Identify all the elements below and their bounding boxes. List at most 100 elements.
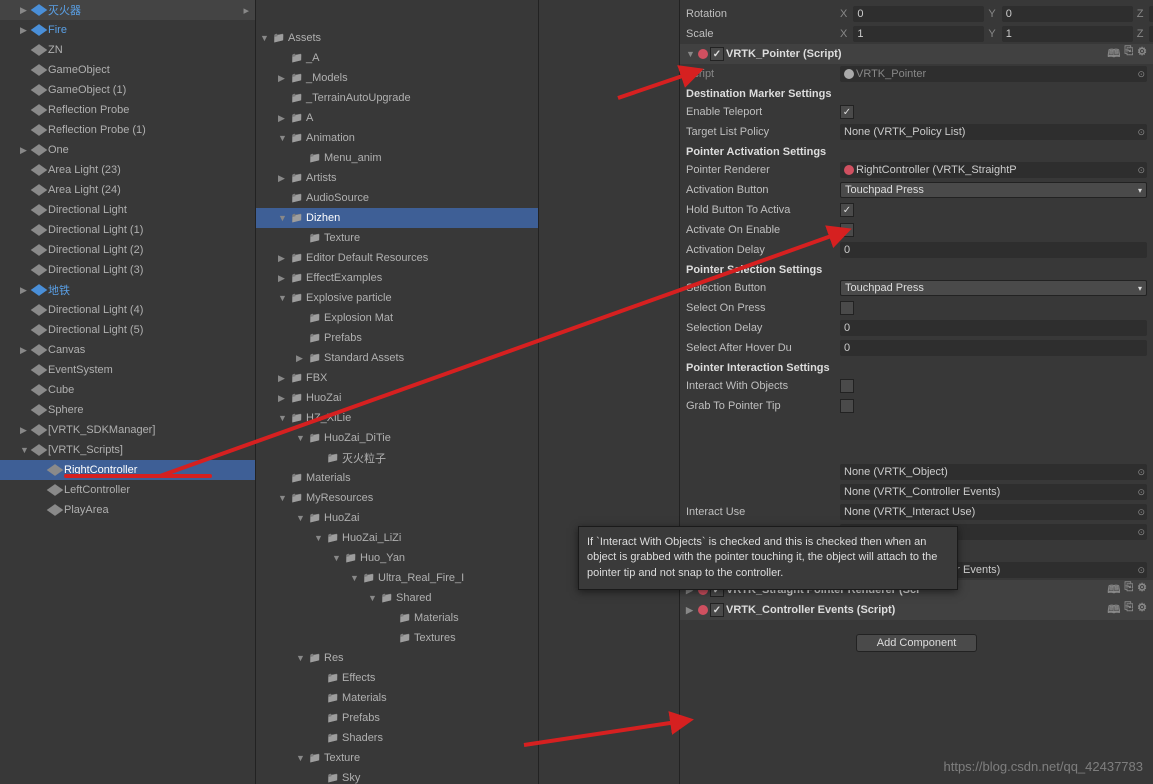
fold-icon[interactable]: ▶	[278, 373, 290, 384]
hierarchy-item[interactable]: Cube	[0, 380, 255, 400]
hierarchy-item[interactable]: Reflection Probe	[0, 100, 255, 120]
hierarchy-item[interactable]: Directional Light (4)	[0, 300, 255, 320]
rotation-z-input[interactable]	[1149, 6, 1153, 22]
scale-z-input[interactable]	[1149, 26, 1153, 42]
hierarchy-item[interactable]: ▼[VRTK_Scripts]	[0, 440, 255, 460]
project-item[interactable]: ▼Animation	[256, 128, 538, 148]
hierarchy-item[interactable]: Directional Light (2)	[0, 240, 255, 260]
selection-button-dropdown[interactable]: Touchpad Press	[840, 280, 1147, 296]
component-enable-checkbox[interactable]: ✓	[710, 603, 724, 617]
hierarchy-item[interactable]: ▶地铁	[0, 280, 255, 300]
scale-x-input[interactable]	[853, 26, 984, 42]
activation-button-dropdown[interactable]: Touchpad Press	[840, 182, 1147, 198]
grab-to-pointer-tip-checkbox[interactable]	[840, 399, 854, 413]
fold-icon[interactable]: ▼	[296, 653, 308, 663]
project-item[interactable]: ▼HuoZai_LiZi	[256, 528, 538, 548]
add-component-button[interactable]: Add Component	[856, 634, 978, 652]
vrtk-controller-events-header[interactable]: ▶ ✓ VRTK_Controller Events (Script) 🕮⎘⚙	[680, 600, 1153, 620]
fold-icon[interactable]: ▶	[278, 253, 290, 264]
interact-use-field[interactable]: None (VRTK_Interact Use)	[840, 504, 1147, 520]
hierarchy-item[interactable]: ▶[VRTK_SDKManager]	[0, 420, 255, 440]
fold-icon[interactable]: ▼	[296, 433, 308, 443]
vrtk-pointer-header[interactable]: ▼ ✓ VRTK_Pointer (Script) 🕮 ⎘ ⚙	[680, 44, 1153, 64]
activate-on-enable-checkbox[interactable]	[840, 223, 854, 237]
project-item[interactable]: AudioSource	[256, 188, 538, 208]
hierarchy-item[interactable]: ▶One	[0, 140, 255, 160]
hierarchy-item[interactable]: ▶Canvas	[0, 340, 255, 360]
fold-icon[interactable]: ▼	[278, 133, 290, 143]
gear-icon[interactable]: ⚙	[1137, 601, 1147, 620]
project-item[interactable]: Shaders	[256, 728, 538, 748]
preset-icon[interactable]: ⎘	[1124, 581, 1133, 600]
hierarchy-item[interactable]: Sphere	[0, 400, 255, 420]
project-item[interactable]: Sky	[256, 768, 538, 784]
hierarchy-item[interactable]: RightController	[0, 460, 255, 480]
preset-icon[interactable]: ⎘	[1124, 45, 1133, 64]
project-item[interactable]: ▼Shared	[256, 588, 538, 608]
project-item[interactable]: Materials	[256, 688, 538, 708]
fold-icon[interactable]: ▶	[278, 273, 290, 284]
project-item[interactable]: ▶HuoZai	[256, 388, 538, 408]
hierarchy-item[interactable]: EventSystem	[0, 360, 255, 380]
project-item[interactable]: ▼HuoZai	[256, 508, 538, 528]
fold-icon[interactable]: ▶	[296, 353, 308, 364]
project-item[interactable]: Materials	[256, 608, 538, 628]
project-item[interactable]: ▼HuoZai_DiTie	[256, 428, 538, 448]
project-item[interactable]: 灭火粒子	[256, 448, 538, 468]
hierarchy-item[interactable]: ▶Fire	[0, 20, 255, 40]
enable-teleport-checkbox[interactable]: ✓	[840, 105, 854, 119]
preset-icon[interactable]: ⎘	[1124, 601, 1133, 620]
activation-delay-input[interactable]	[840, 242, 1147, 258]
hierarchy-item[interactable]: ZN	[0, 40, 255, 60]
project-item[interactable]: Effects	[256, 668, 538, 688]
fold-icon[interactable]: ▼	[278, 293, 290, 303]
scale-y-input[interactable]	[1002, 26, 1133, 42]
rotation-x-input[interactable]	[853, 6, 984, 22]
hold-button-checkbox[interactable]: ✓	[840, 203, 854, 217]
hierarchy-item[interactable]: GameObject	[0, 60, 255, 80]
project-item[interactable]: Prefabs	[256, 708, 538, 728]
fold-icon[interactable]: ▼	[260, 33, 272, 43]
project-item[interactable]: ▼HZ_XiLie	[256, 408, 538, 428]
project-item[interactable]: ▼Texture	[256, 748, 538, 768]
project-item[interactable]: ▼Dizhen	[256, 208, 538, 228]
project-item[interactable]: ▼Res	[256, 648, 538, 668]
project-item[interactable]: Texture	[256, 228, 538, 248]
component-enable-checkbox[interactable]: ✓	[710, 47, 724, 61]
project-item[interactable]: Prefabs	[256, 328, 538, 348]
project-item[interactable]: ▼Explosive particle	[256, 288, 538, 308]
fold-icon[interactable]: ▼	[332, 553, 344, 563]
fold-icon[interactable]: ▼	[278, 413, 290, 423]
fold-icon[interactable]: ▼	[350, 573, 362, 583]
gear-icon[interactable]: ⚙	[1137, 45, 1147, 64]
project-item[interactable]: _TerrainAutoUpgrade	[256, 88, 538, 108]
hierarchy-item[interactable]: Directional Light (5)	[0, 320, 255, 340]
help-icon[interactable]: 🕮	[1107, 45, 1120, 64]
project-item[interactable]: ▶_Models	[256, 68, 538, 88]
fold-icon[interactable]: ▼	[278, 493, 290, 503]
project-item[interactable]: Explosion Mat	[256, 308, 538, 328]
project-item[interactable]: ▼Ultra_Real_Fire_I	[256, 568, 538, 588]
project-item[interactable]: ▶EffectExamples	[256, 268, 538, 288]
fold-icon[interactable]: ▶	[278, 173, 290, 184]
project-item[interactable]: _A	[256, 48, 538, 68]
select-on-press-checkbox[interactable]	[840, 301, 854, 315]
select-after-hover-input[interactable]	[840, 340, 1147, 356]
pointer-renderer-field[interactable]: RightController (VRTK_StraightP	[840, 162, 1147, 178]
project-item[interactable]: ▼Huo_Yan	[256, 548, 538, 568]
hierarchy-item[interactable]: Directional Light (1)	[0, 220, 255, 240]
hierarchy-item[interactable]: Area Light (24)	[0, 180, 255, 200]
project-item[interactable]: Menu_anim	[256, 148, 538, 168]
project-item[interactable]: ▼Assets	[256, 28, 538, 48]
project-item[interactable]: Materials	[256, 468, 538, 488]
hierarchy-item[interactable]: PlayArea	[0, 500, 255, 520]
fold-icon[interactable]: ▼	[368, 593, 380, 603]
fold-icon[interactable]: ▶	[278, 113, 290, 124]
project-item[interactable]: Textures	[256, 628, 538, 648]
controller-events-field[interactable]: None (VRTK_Controller Events)	[840, 484, 1147, 500]
fold-icon[interactable]: ▼	[296, 513, 308, 523]
hierarchy-item[interactable]: LeftController	[0, 480, 255, 500]
fold-icon[interactable]: ▶	[278, 73, 290, 84]
project-item[interactable]: ▶Standard Assets	[256, 348, 538, 368]
script-field[interactable]: VRTK_Pointer	[840, 66, 1147, 82]
